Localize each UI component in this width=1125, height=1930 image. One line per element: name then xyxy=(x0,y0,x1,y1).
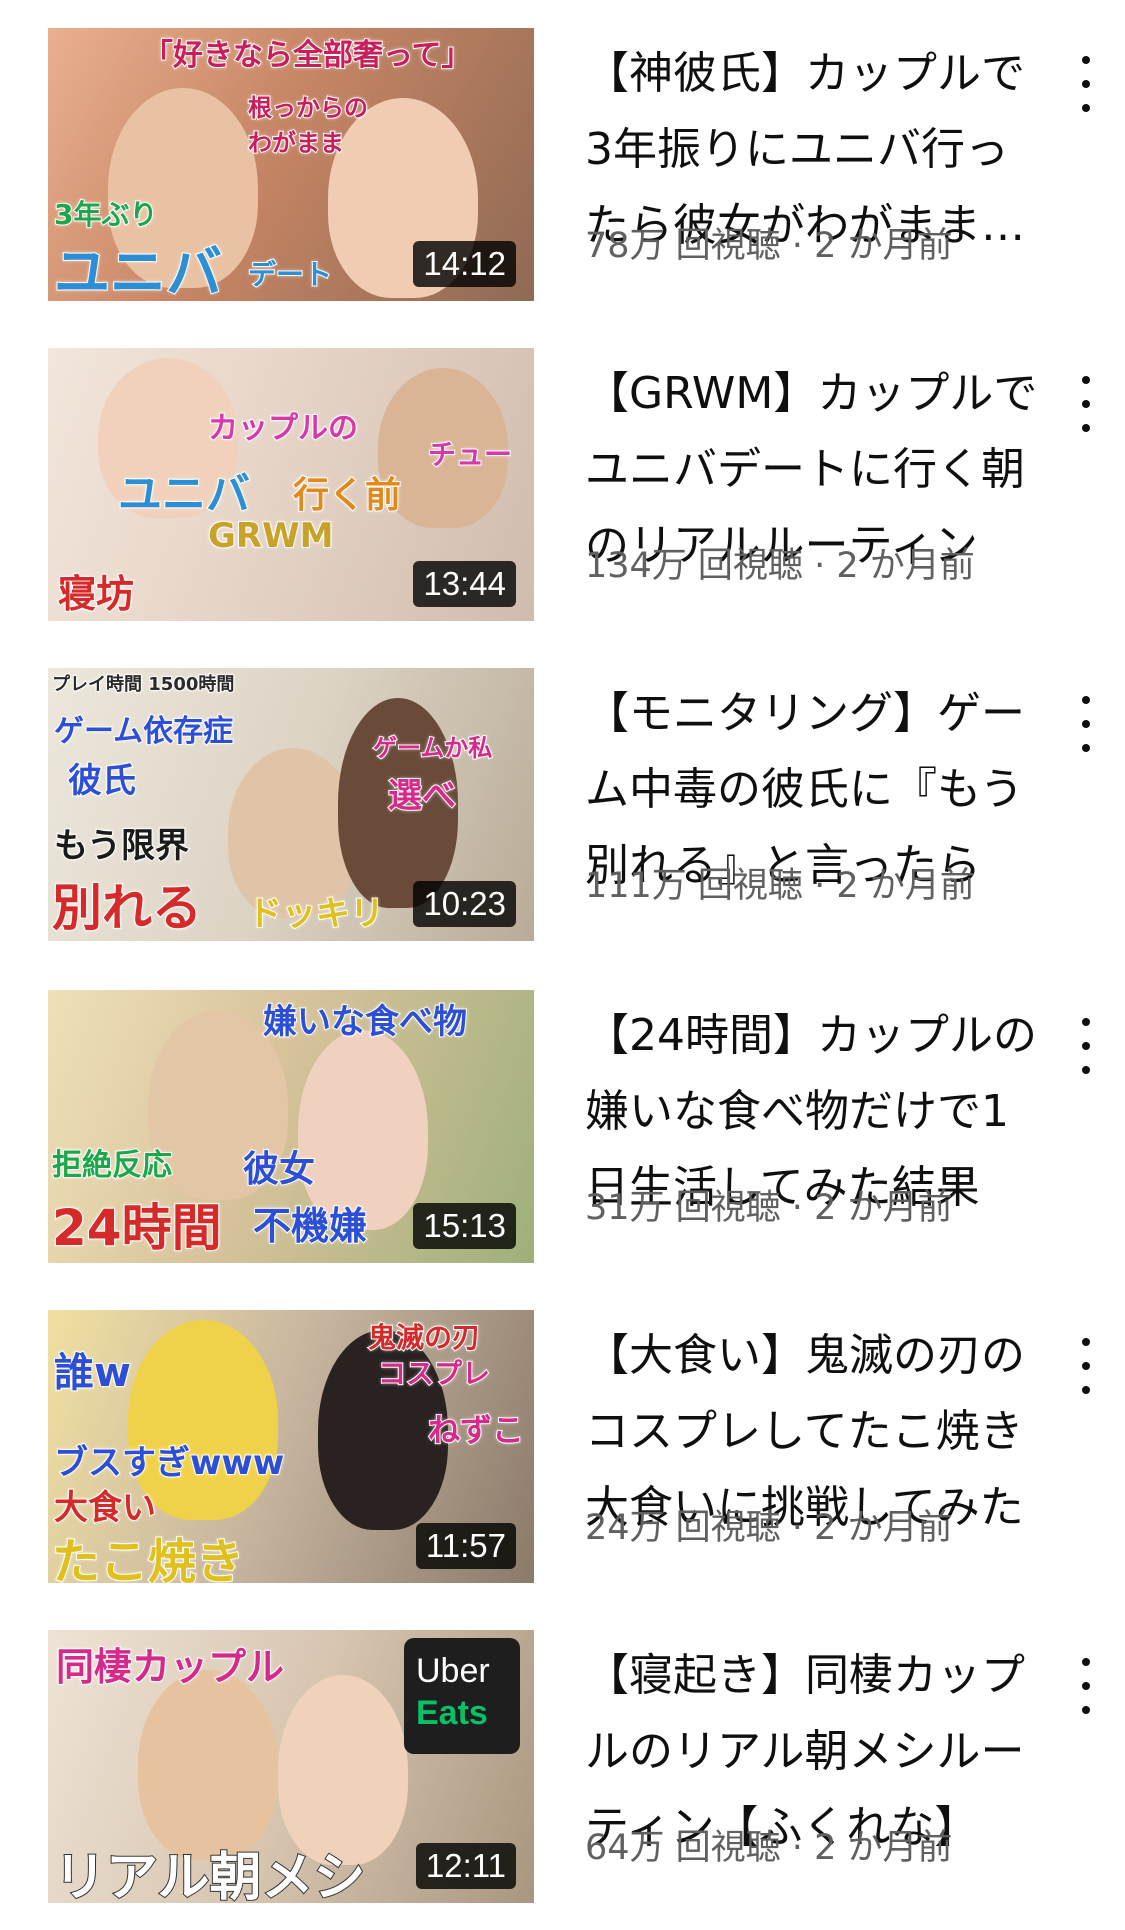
video-meta: 78万 回視聴 · 2 か月前 xyxy=(585,226,953,266)
thumbnail-text: プレイ時間 1500時間 xyxy=(51,673,235,696)
thumbnail-text: 彼氏 xyxy=(67,760,137,802)
thumbnail-text: デート xyxy=(247,257,333,292)
video-thumbnail[interactable]: Uber Eats 同棲カップル リアル朝メシ 12:11 xyxy=(48,1630,534,1903)
video-item[interactable]: 誰w 鬼滅の刃 コスプレ ねずこ ブスすぎwww 大食い たこ焼き 11:57 … xyxy=(0,1310,1125,1610)
view-count: 78万 回視聴 xyxy=(585,226,781,266)
thumbnail-text: ねずこ xyxy=(427,1410,525,1450)
thumbnail-text: 同棲カップル xyxy=(55,1644,285,1690)
thumbnail-text: ユニバ xyxy=(53,240,223,301)
thumbnail-text: 「好きなら全部奢って」 xyxy=(142,37,472,74)
thumbnail-text: チュー xyxy=(427,437,513,472)
uber-eats-logo: Uber Eats xyxy=(404,1638,520,1754)
thumbnail-person-left xyxy=(138,1670,278,1860)
thumbnail-text: もう限界 xyxy=(53,825,190,867)
more-vert-icon[interactable] xyxy=(1072,56,1100,112)
thumbnail-text: 寝坊 xyxy=(57,571,135,617)
thumbnail-text: 不機嫌 xyxy=(252,1203,368,1249)
video-duration: 13:44 xyxy=(413,561,516,607)
thumbnail-text: 鬼滅の刃 xyxy=(367,1320,481,1355)
more-vert-icon[interactable] xyxy=(1072,1658,1100,1714)
video-thumbnail[interactable]: プレイ時間 1500時間 ゲーム依存症 彼氏 ゲームか私 選べ もう限界 別れる… xyxy=(48,668,534,941)
video-item[interactable]: 「好きなら全部奢って」 根っからの わがまま 3年ぶり ユニバ デート 14:1… xyxy=(0,28,1125,328)
video-duration: 14:12 xyxy=(413,241,516,287)
more-vert-icon[interactable] xyxy=(1072,696,1100,752)
thumbnail-text: カップルの xyxy=(207,410,359,447)
video-meta: 64万 回視聴 · 2 か月前 xyxy=(585,1828,953,1868)
view-count: 111万 回視聴 xyxy=(585,866,803,906)
video-thumbnail[interactable]: 「好きなら全部奢って」 根っからの わがまま 3年ぶり ユニバ デート 14:1… xyxy=(48,28,534,301)
view-count: 31万 回視聴 xyxy=(585,1188,781,1228)
video-thumbnail[interactable]: 誰w 鬼滅の刃 コスプレ ねずこ ブスすぎwww 大食い たこ焼き 11:57 xyxy=(48,1310,534,1583)
video-item[interactable]: 嫌いな食べ物 拒絶反応 彼女 24時間 不機嫌 15:13 【24時間】カップル… xyxy=(0,990,1125,1290)
video-item[interactable]: カップルの チュー ユニバ 行く前 GRWM 寝坊 13:44 【GRWM】カッ… xyxy=(0,348,1125,648)
video-duration: 12:11 xyxy=(415,1843,516,1889)
thumbnail-text: たこ焼き xyxy=(51,1533,245,1583)
thumbnail-text: わがまま xyxy=(247,128,345,158)
video-meta: 24万 回視聴 · 2 か月前 xyxy=(585,1508,953,1548)
more-vert-icon[interactable] xyxy=(1072,1338,1100,1394)
video-meta: 31万 回視聴 · 2 か月前 xyxy=(585,1188,953,1228)
thumbnail-text: 24時間 xyxy=(51,1198,223,1258)
video-meta: 134万 回視聴 · 2 か月前 xyxy=(585,546,975,586)
upload-age: 2 か月前 xyxy=(814,1508,953,1548)
video-meta: 111万 回視聴 · 2 か月前 xyxy=(585,866,975,906)
thumbnail-text: コスプレ xyxy=(377,1356,491,1391)
video-thumbnail[interactable]: 嫌いな食べ物 拒絶反応 彼女 24時間 不機嫌 15:13 xyxy=(48,990,534,1263)
video-item[interactable]: プレイ時間 1500時間 ゲーム依存症 彼氏 ゲームか私 選べ もう限界 別れる… xyxy=(0,668,1125,968)
upload-age: 2 か月前 xyxy=(814,1188,953,1228)
upload-age: 2 か月前 xyxy=(814,226,953,266)
thumbnail-text: ドッキリ xyxy=(247,893,385,935)
more-vert-icon[interactable] xyxy=(1072,376,1100,432)
thumbnail-text: 根っからの xyxy=(247,93,369,123)
thumbnail-text: ユニバ xyxy=(117,468,251,521)
thumbnail-text: 選べ xyxy=(387,775,457,817)
thumbnail-text: 別れる xyxy=(51,878,203,938)
video-thumbnail[interactable]: カップルの チュー ユニバ 行く前 GRWM 寝坊 13:44 xyxy=(48,348,534,621)
thumbnail-text: 拒絶反応 xyxy=(51,1147,173,1184)
more-vert-icon[interactable] xyxy=(1072,1018,1100,1074)
video-duration: 15:13 xyxy=(413,1203,516,1249)
thumbnail-text: 誰w xyxy=(53,1349,132,1397)
thumbnail-text: 行く前 xyxy=(292,474,402,517)
video-duration: 10:23 xyxy=(413,881,516,927)
upload-age: 2 か月前 xyxy=(836,866,975,906)
thumbnail-text: 彼女 xyxy=(242,1148,316,1191)
upload-age: 2 か月前 xyxy=(814,1828,953,1868)
thumbnail-text: ブスすぎwww xyxy=(53,1442,285,1484)
thumbnail-text: ゲームか私 xyxy=(372,733,493,763)
logo-text: Uber xyxy=(416,1652,490,1690)
thumbnail-text: リアル朝メシ xyxy=(53,1847,366,1903)
view-count: 134万 回視聴 xyxy=(585,546,803,586)
video-duration: 11:57 xyxy=(415,1523,516,1569)
thumbnail-text: GRWM xyxy=(207,515,334,557)
thumbnail-text: ゲーム依存症 xyxy=(53,713,234,750)
thumbnail-text: 嫌いな食べ物 xyxy=(262,1001,468,1043)
logo-text: Eats xyxy=(416,1694,488,1732)
view-count: 64万 回視聴 xyxy=(585,1828,781,1868)
thumbnail-text: 3年ぶり xyxy=(53,197,158,232)
view-count: 24万 回視聴 xyxy=(585,1508,781,1548)
upload-age: 2 か月前 xyxy=(836,546,975,586)
video-item[interactable]: Uber Eats 同棲カップル リアル朝メシ 12:11 【寝起き】同棲カップ… xyxy=(0,1630,1125,1930)
